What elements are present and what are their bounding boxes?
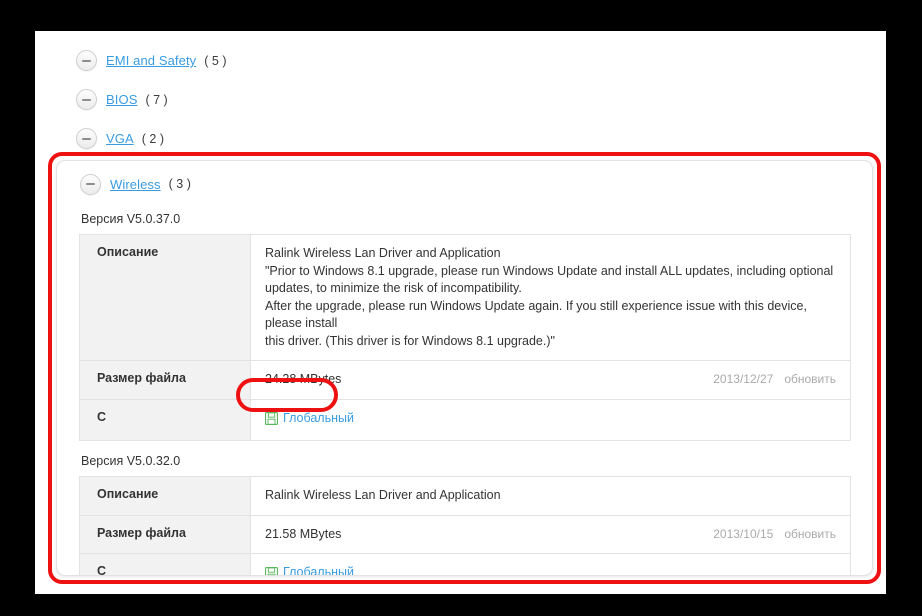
category-row-emi-and-safety[interactable]: EMI and Safety ( 5 )	[35, 41, 886, 80]
cell-value-description-1: Ralink Wireless Lan Driver and Applicati…	[250, 234, 851, 361]
cell-label-filesize-2: Размер файла	[79, 514, 251, 555]
download-link-label-2: Глобальный	[283, 565, 354, 576]
table-row-filesize-1: Размер файла 24.28 MBytes 2013/12/27 обн…	[79, 360, 851, 400]
download-link-label-1: Глобальный	[283, 410, 354, 425]
minus-circle-icon[interactable]	[76, 89, 97, 110]
cell-label-description-2: Описание	[79, 476, 251, 516]
table-row-filesize-2: Размер файла 21.58 MBytes 2013/10/15 обн…	[79, 514, 851, 555]
cell-label-download-1: С	[79, 398, 251, 442]
category-list: EMI and Safety ( 5 ) BIOS ( 7 ) VGA ( 2 …	[35, 31, 886, 158]
category-link-emi-and-safety[interactable]: EMI and Safety	[106, 53, 196, 68]
floppy-save-icon	[265, 411, 278, 425]
table-row-description-1: Описание Ralink Wireless Lan Driver and …	[79, 234, 851, 361]
minus-circle-icon[interactable]	[76, 50, 97, 71]
cell-value-description-2: Ralink Wireless Lan Driver and Applicati…	[250, 476, 851, 516]
description-line: this driver. (This driver is for Windows…	[265, 333, 555, 348]
description-line: After the upgrade, please run Windows Up…	[265, 298, 807, 331]
cell-value-download-2: Глобальный	[250, 553, 851, 576]
table-row-download-2: С Глобальный	[79, 553, 851, 576]
release-date-2: 2013/10/15	[713, 526, 774, 541]
floppy-save-icon	[265, 566, 278, 575]
table-row-download-1: С Глобальный	[79, 398, 851, 442]
driver-table-2: Описание Ralink Wireless Lan Driver and …	[79, 476, 851, 576]
version-heading-2: Версия V5.0.32.0	[81, 454, 181, 469]
filesize-value-1: 24.28 MBytes	[265, 372, 342, 386]
category-count-wireless: ( 3 )	[168, 177, 191, 191]
download-link-global-2[interactable]: Глобальный	[265, 564, 354, 576]
description-line: "Prior to Windows 8.1 upgrade, please ru…	[265, 263, 834, 278]
download-link-global-1[interactable]: Глобальный	[265, 410, 354, 428]
category-row-bios[interactable]: BIOS ( 7 )	[35, 80, 886, 119]
cell-value-download-1: Глобальный	[250, 398, 851, 442]
table-row-description-2: Описание Ralink Wireless Lan Driver and …	[79, 476, 851, 516]
category-link-wireless[interactable]: Wireless	[110, 177, 161, 192]
screenshot-root: EMI and Safety ( 5 ) BIOS ( 7 ) VGA ( 2 …	[0, 0, 922, 616]
category-link-bios[interactable]: BIOS	[106, 92, 137, 107]
cell-label-download-2: С	[79, 553, 251, 575]
category-count-vga: ( 2 )	[141, 131, 164, 146]
filesize-value-2: 21.58 MBytes	[265, 526, 342, 541]
cell-label-description-1: Описание	[79, 234, 251, 361]
category-link-vga[interactable]: VGA	[106, 131, 134, 146]
cell-value-filesize-2: 21.58 MBytes 2013/10/15 обновить	[250, 514, 851, 555]
minus-circle-icon[interactable]	[80, 173, 101, 195]
cell-value-filesize-1: 24.28 MBytes 2013/12/27 обновить	[250, 360, 851, 400]
category-row-vga[interactable]: VGA ( 2 )	[35, 119, 886, 158]
category-row-wireless[interactable]: Wireless ( 3 )	[57, 161, 872, 199]
description-line: updates, to minimize the risk of incompa…	[265, 281, 522, 295]
description-line: Ralink Wireless Lan Driver and Applicati…	[265, 488, 501, 503]
cell-label-filesize-1: Размер файла	[79, 360, 251, 400]
update-link-1[interactable]: обновить	[784, 371, 836, 389]
release-date-1: 2013/12/27	[713, 372, 774, 386]
driver-table-1: Описание Ralink Wireless Lan Driver and …	[79, 234, 851, 442]
category-count-emi-and-safety: ( 5 )	[204, 53, 227, 68]
description-line: Ralink Wireless Lan Driver and Applicati…	[265, 246, 501, 260]
version-heading-1: Версия V5.0.37.0	[81, 212, 181, 226]
update-link-2[interactable]: обновить	[784, 526, 836, 544]
minus-circle-icon[interactable]	[76, 128, 97, 149]
wireless-section-panel: Wireless ( 3 ) Версия V5.0.37.0 Описание…	[56, 160, 873, 576]
category-row-clipped[interactable]	[35, 31, 886, 41]
category-count-bios: ( 7 )	[145, 92, 168, 107]
